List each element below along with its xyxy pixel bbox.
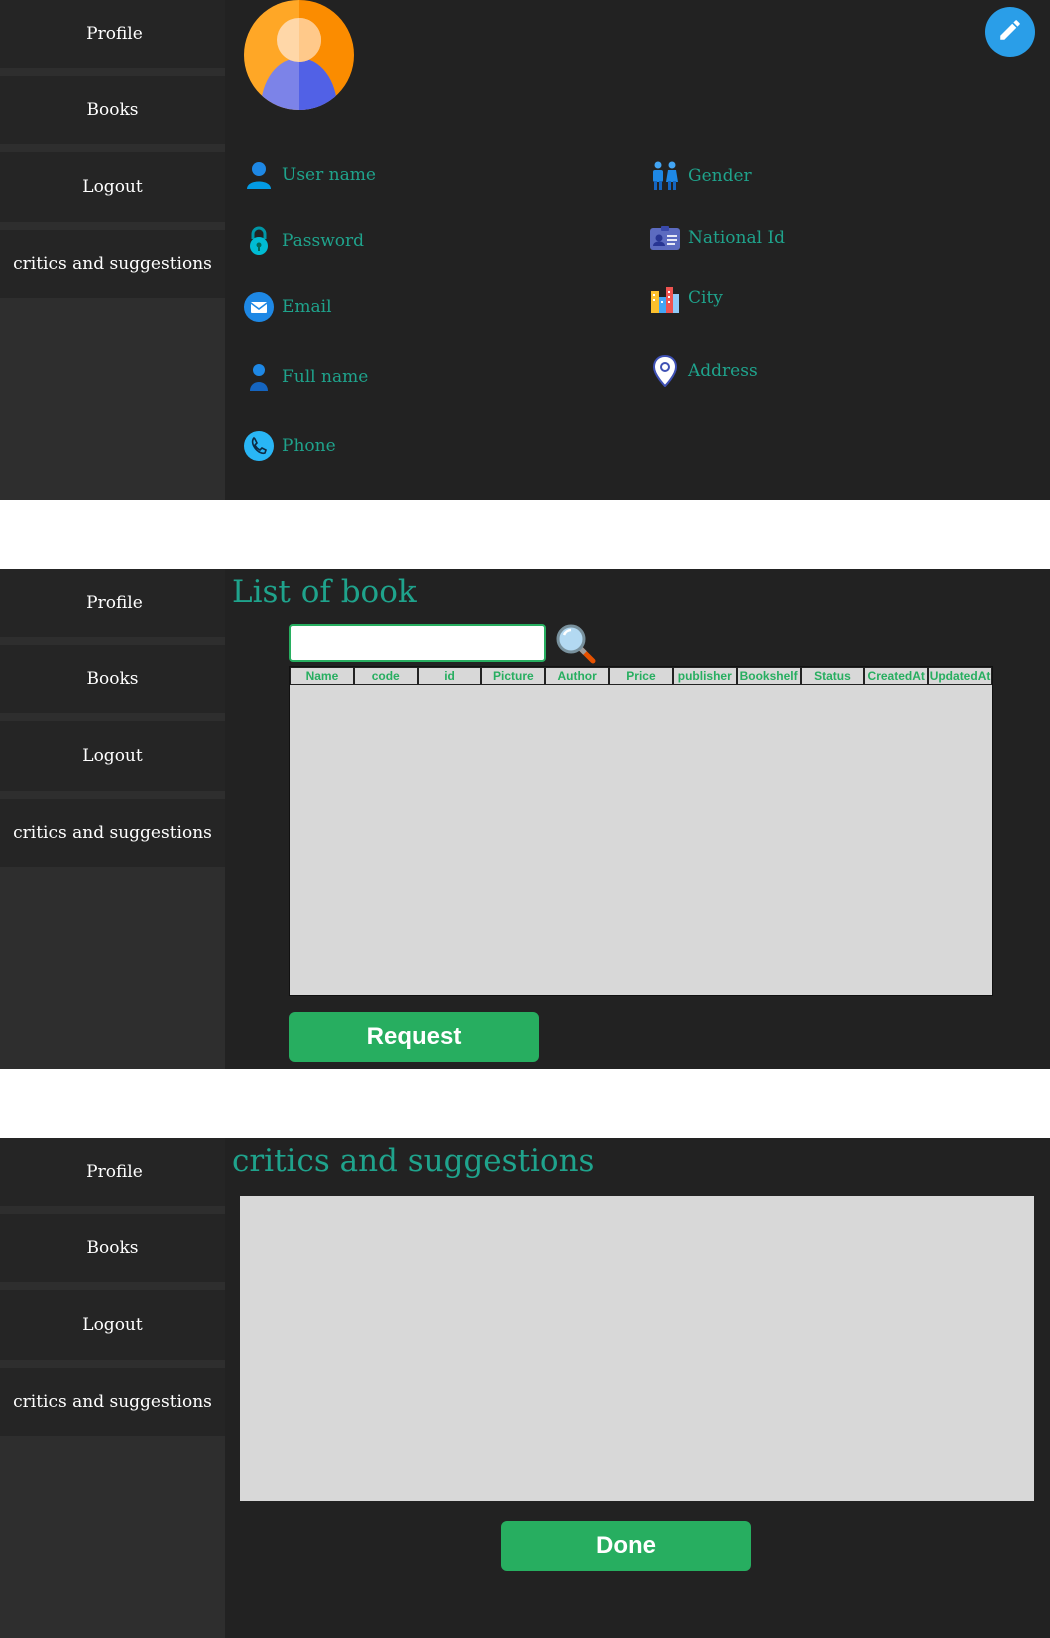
sidebar-item-label: Profile — [86, 24, 143, 44]
sidebar-item-label: Logout — [82, 1315, 143, 1335]
column-header[interactable]: Author — [545, 667, 610, 685]
sidebar-item-label: Profile — [86, 1162, 143, 1182]
sidebar-item-label: critics and suggestions — [13, 254, 212, 274]
sidebar: Profile Books Logout critics and suggest… — [0, 569, 225, 1069]
sidebar-item-logout[interactable]: Logout — [0, 1290, 225, 1360]
sidebar-item-label: Logout — [82, 746, 143, 766]
location-pin-icon — [650, 355, 680, 387]
edit-profile-button[interactable] — [985, 7, 1035, 57]
field-full-name[interactable]: Full name — [244, 362, 368, 392]
field-label: Email — [282, 297, 332, 317]
field-address[interactable]: Address — [650, 355, 758, 387]
page-title: critics and suggestions — [232, 1143, 595, 1179]
field-national-id[interactable]: National Id — [650, 223, 785, 253]
column-header[interactable]: Picture — [481, 667, 546, 685]
sidebar-item-profile[interactable]: Profile — [0, 1138, 225, 1206]
sidebar: Profile Books Logout critics and suggest… — [0, 1138, 225, 1638]
column-header[interactable]: UpdatedAt — [928, 667, 992, 685]
column-header[interactable]: code — [353, 667, 418, 685]
email-icon — [244, 292, 274, 322]
sidebar-item-profile[interactable]: Profile — [0, 0, 225, 68]
sidebar-item-critics[interactable]: critics and suggestions — [0, 230, 225, 298]
user-icon — [244, 160, 274, 190]
lock-icon — [244, 226, 274, 256]
column-header[interactable]: Name — [290, 667, 354, 685]
page-title: List of book — [232, 574, 417, 610]
column-header[interactable]: Status — [800, 667, 865, 685]
field-phone[interactable]: Phone — [244, 431, 336, 461]
sidebar-item-label: Books — [86, 100, 139, 120]
field-label: Password — [282, 231, 365, 251]
sidebar-item-label: critics and suggestions — [13, 1392, 212, 1412]
books-table[interactable]: Name code id Picture Author Price publisher Boo… — [289, 666, 993, 996]
city-icon — [650, 283, 680, 313]
avatar — [244, 0, 354, 110]
field-label: Phone — [282, 436, 336, 456]
sidebar-item-books[interactable]: Books — [0, 76, 225, 144]
field-city[interactable]: City — [650, 283, 723, 313]
field-email[interactable]: Email — [244, 292, 332, 322]
search-input[interactable] — [289, 624, 546, 662]
request-button[interactable]: Request — [289, 1012, 539, 1062]
table-header: Name code id Picture Author Price publisher Boo… — [290, 667, 992, 685]
column-header[interactable]: publisher — [672, 667, 737, 685]
done-button[interactable]: Done — [501, 1521, 751, 1571]
sidebar-item-logout[interactable]: Logout — [0, 152, 225, 222]
id-card-icon — [650, 223, 680, 253]
field-gender[interactable]: Gender — [650, 161, 752, 191]
column-header[interactable]: id — [417, 667, 482, 685]
column-header[interactable]: Price — [609, 667, 673, 685]
field-password[interactable]: Password — [244, 226, 364, 256]
field-user-name[interactable]: User name — [244, 160, 376, 190]
sidebar-item-label: Profile — [86, 593, 143, 613]
field-label: Address — [688, 361, 758, 381]
field-label: National Id — [688, 228, 786, 248]
sidebar-item-label: Books — [86, 1238, 139, 1258]
books-screen: Profile Books Logout critics and suggest… — [0, 569, 1050, 1069]
person-icon — [244, 362, 274, 392]
field-label: City — [688, 288, 723, 308]
sidebar-item-critics[interactable]: critics and suggestions — [0, 1368, 225, 1436]
sidebar-item-logout[interactable]: Logout — [0, 721, 225, 791]
sidebar: Profile Books Logout critics and suggest… — [0, 0, 225, 500]
field-label: Gender — [688, 166, 752, 186]
field-label: User name — [282, 165, 376, 185]
sidebar-item-label: critics and suggestions — [13, 823, 212, 843]
sidebar-item-label: Logout — [82, 177, 143, 197]
critics-textarea[interactable] — [240, 1196, 1034, 1501]
sidebar-item-profile[interactable]: Profile — [0, 569, 225, 637]
search-button[interactable] — [555, 623, 597, 665]
sidebar-item-label: Books — [86, 669, 139, 689]
column-header[interactable]: CreatedAt — [864, 667, 929, 685]
gender-icon — [650, 161, 680, 191]
field-label: Full name — [282, 367, 369, 387]
pencil-icon — [997, 17, 1023, 47]
sidebar-item-books[interactable]: Books — [0, 645, 225, 713]
critics-screen: Profile Books Logout critics and suggest… — [0, 1138, 1050, 1638]
sidebar-item-critics[interactable]: critics and suggestions — [0, 799, 225, 867]
column-header[interactable]: Bookshelf — [736, 667, 801, 685]
profile-screen: Profile Books Logout critics and suggest… — [0, 0, 1050, 500]
phone-icon — [244, 431, 274, 461]
sidebar-item-books[interactable]: Books — [0, 1214, 225, 1282]
